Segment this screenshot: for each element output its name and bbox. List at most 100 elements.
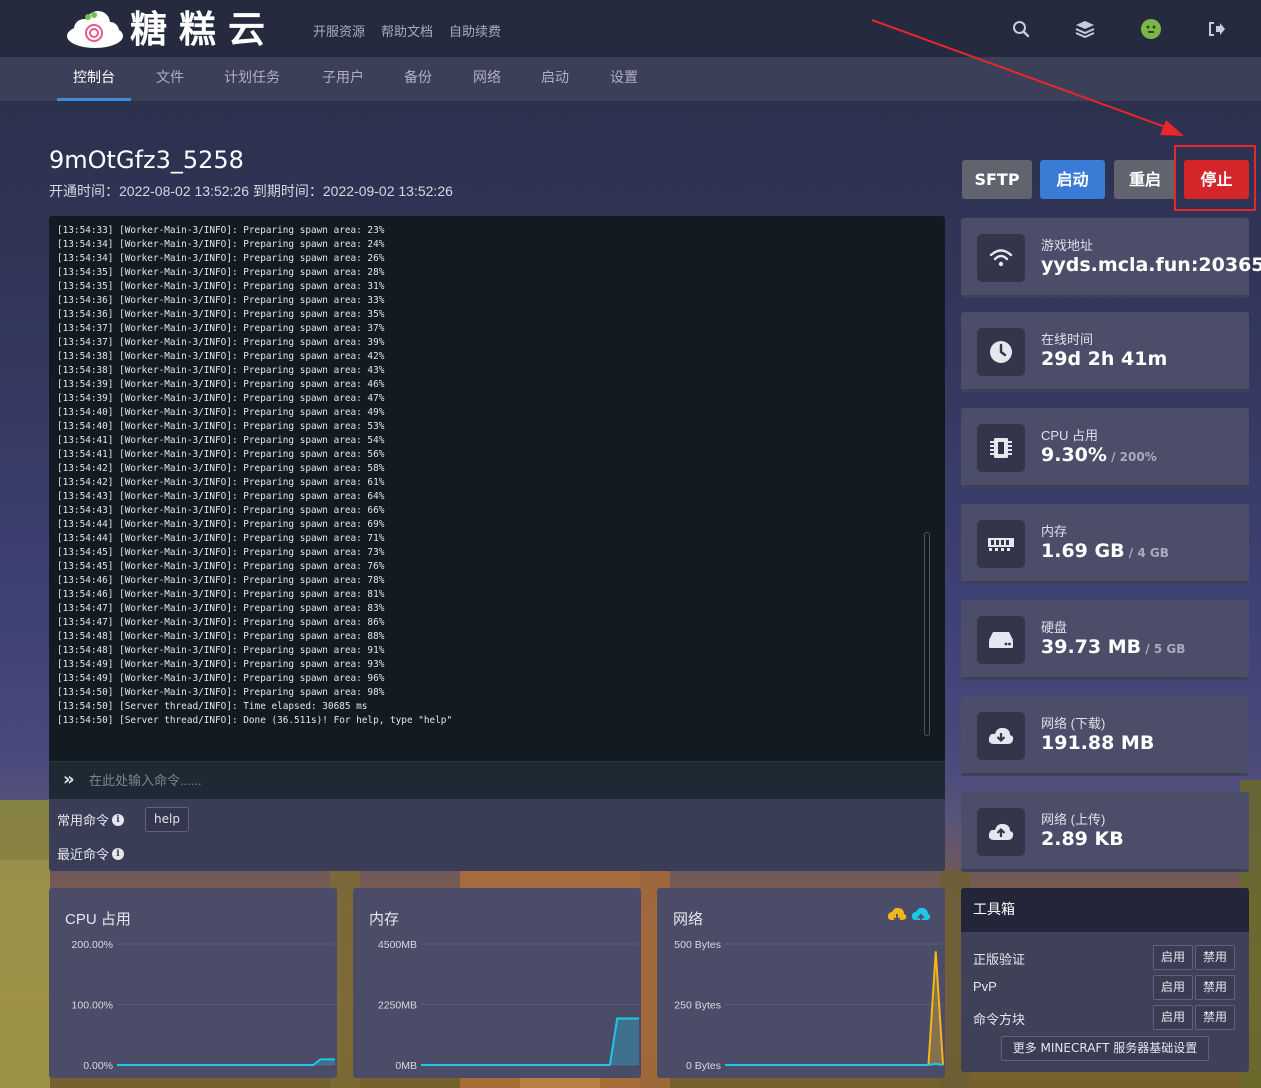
restart-button[interactable]: 重启 (1114, 160, 1176, 199)
stat-label: 硬盘 (1041, 620, 1068, 635)
server-dates: 开通时间：2022-08-02 13:52:26 到期时间：2022-09-02… (49, 183, 453, 199)
stat-card-uptime: 在线时间 29d 2h 41m (961, 312, 1249, 392)
console-line: [13:54:45] [Worker-Main-3/INFO]: Prepari… (57, 561, 385, 572)
top-bar: 糖糕云 开服资源 帮助文档 自助续费 (0, 0, 1261, 57)
stat-label: 在线时间 (1041, 332, 1094, 347)
common-command-chip[interactable]: help (145, 807, 189, 832)
brand-name: 糖糕云 (130, 7, 277, 51)
stat-card-address: 游戏地址 yyds.mcla.fun:20365 (961, 218, 1261, 298)
recent-commands-label: 最近命令 i (57, 844, 125, 863)
console-line: [13:54:47] [Worker-Main-3/INFO]: Prepari… (57, 617, 385, 628)
stat-value: 2.89 KB (1041, 828, 1124, 850)
toolbox-row-online-mode: 正版验证 启用 禁用 (973, 945, 1237, 971)
console-scrollbar[interactable] (924, 532, 930, 736)
disable-button[interactable]: 禁用 (1195, 975, 1235, 1000)
series-line (421, 1017, 639, 1066)
tab-network[interactable]: 网络 (473, 57, 501, 101)
console-line: [13:54:38] [Worker-Main-3/INFO]: Prepari… (57, 365, 385, 376)
y-tick-label: 100.00% (72, 1000, 113, 1012)
y-tick-label: 2250MB (378, 1000, 417, 1012)
toolbox-row-pvp: PvP 启用 禁用 (973, 975, 1237, 1001)
cloud-upload-icon (977, 808, 1025, 856)
toolbox-panel: 工具箱 正版验证 启用 禁用 PvP 启用 禁用 命令方块 启用 禁用 更多 M… (961, 888, 1249, 1072)
console-line: [13:54:46] [Worker-Main-3/INFO]: Prepari… (57, 575, 385, 586)
logout-icon[interactable] (1206, 18, 1228, 40)
avatar[interactable] (1140, 18, 1162, 40)
console-line: [13:54:34] [Worker-Main-3/INFO]: Prepari… (57, 253, 385, 264)
command-bar: » (49, 761, 945, 799)
highlight-box (1174, 145, 1256, 211)
stat-label: 网络 (下载) (1041, 716, 1106, 731)
console-line: [13:54:36] [Worker-Main-3/INFO]: Prepari… (57, 295, 385, 306)
console-line: [13:54:34] [Worker-Main-3/INFO]: Prepari… (57, 239, 385, 250)
y-tick-label: 200.00% (72, 939, 113, 951)
console-line: [13:54:35] [Worker-Main-3/INFO]: Prepari… (57, 267, 385, 278)
command-input[interactable] (89, 762, 929, 798)
console-line: [13:54:39] [Worker-Main-3/INFO]: Prepari… (57, 379, 385, 390)
enable-button[interactable]: 启用 (1153, 975, 1193, 1000)
tab-console[interactable]: 控制台 (57, 57, 131, 101)
info-icon[interactable]: i (112, 847, 125, 860)
console-lines: [13:54:33] [Worker-Main-3/INFO]: Prepari… (57, 224, 452, 728)
info-icon[interactable]: i (112, 813, 125, 826)
stat-value: 29d 2h 41m (1041, 348, 1168, 370)
disable-button[interactable]: 禁用 (1195, 1005, 1235, 1030)
search-icon[interactable] (1010, 18, 1032, 40)
y-tick-label: 250 Bytes (674, 1000, 721, 1012)
common-commands-label: 常用命令 i (57, 810, 125, 829)
series-area (421, 1018, 639, 1065)
tab-files[interactable]: 文件 (156, 57, 184, 101)
more-settings-button[interactable]: 更多 MINECRAFT 服务器基础设置 (1001, 1036, 1209, 1061)
console-line: [13:54:42] [Worker-Main-3/INFO]: Prepari… (57, 463, 385, 474)
layers-icon[interactable] (1074, 18, 1096, 40)
console-line: [13:54:38] [Worker-Main-3/INFO]: Prepari… (57, 351, 385, 362)
stat-value[interactable]: yyds.mcla.fun:20365 (1041, 254, 1261, 276)
enable-button[interactable]: 启用 (1153, 1005, 1193, 1030)
stat-label: CPU 占用 (1041, 428, 1099, 443)
console-line: [13:54:49] [Worker-Main-3/INFO]: Prepari… (57, 659, 385, 670)
console-line: [13:54:42] [Worker-Main-3/INFO]: Prepari… (57, 477, 385, 488)
stat-value: 9.30% / 200% (1041, 444, 1157, 466)
series-area (725, 951, 943, 1065)
stat-card-memory: 内存 1.69 GB / 4 GB (961, 504, 1249, 584)
chevron-right-icon: » (63, 769, 75, 790)
stat-label: 网络 (上传) (1041, 812, 1106, 827)
tab-schedules[interactable]: 计划任务 (224, 57, 280, 101)
stat-card-disk: 硬盘 39.73 MB / 5 GB (961, 600, 1249, 680)
tab-startup[interactable]: 启动 (541, 57, 569, 101)
hdd-icon (977, 616, 1025, 664)
network-chart: 网络 500 Bytes 250 Bytes 0 Bytes (657, 888, 945, 1078)
series-line (725, 1062, 944, 1066)
console-line: [13:54:40] [Worker-Main-3/INFO]: Prepari… (57, 407, 385, 418)
stat-card-net-upload: 网络 (上传) 2.89 KB (961, 792, 1249, 872)
sftp-button[interactable]: SFTP (962, 160, 1032, 199)
stat-card-cpu: CPU 占用 9.30% / 200% (961, 408, 1249, 488)
console-line: [13:54:37] [Worker-Main-3/INFO]: Prepari… (57, 337, 385, 348)
enable-button[interactable]: 启用 (1153, 945, 1193, 970)
clock-icon (977, 328, 1025, 376)
cloud-download-icon (977, 712, 1025, 760)
tab-subusers[interactable]: 子用户 (322, 57, 364, 101)
console-line: [13:54:45] [Worker-Main-3/INFO]: Prepari… (57, 547, 385, 558)
link-server-resources[interactable]: 开服资源 (313, 21, 365, 40)
console-output[interactable]: [13:54:33] [Worker-Main-3/INFO]: Prepari… (49, 216, 945, 761)
y-tick-label: 0.00% (83, 1060, 113, 1072)
link-renew[interactable]: 自助续费 (449, 21, 501, 40)
toolbox-row-command-block: 命令方块 启用 禁用 (973, 1005, 1237, 1031)
tab-backups[interactable]: 备份 (404, 57, 432, 101)
stat-value: 1.69 GB / 4 GB (1041, 540, 1169, 562)
toolbox-row-label: PvP (973, 979, 997, 994)
console-line: [13:54:43] [Worker-Main-3/INFO]: Prepari… (57, 505, 385, 516)
brand-logo[interactable]: 糖糕云 (64, 6, 277, 52)
disable-button[interactable]: 禁用 (1195, 945, 1235, 970)
main-nav: 控制台 文件 计划任务 子用户 备份 网络 启动 设置 (0, 57, 1261, 101)
stat-value: 39.73 MB / 5 GB (1041, 636, 1186, 658)
toolbox-title: 工具箱 (961, 888, 1249, 932)
start-button[interactable]: 启动 (1040, 160, 1105, 199)
tab-settings[interactable]: 设置 (610, 57, 638, 101)
toolbox-row-label: 正版验证 (973, 952, 1026, 967)
cloud-logo-icon (67, 11, 123, 48)
console-line: [13:54:36] [Worker-Main-3/INFO]: Prepari… (57, 309, 385, 320)
y-tick-label: 500 Bytes (674, 939, 721, 951)
link-help-docs[interactable]: 帮助文档 (381, 21, 433, 40)
